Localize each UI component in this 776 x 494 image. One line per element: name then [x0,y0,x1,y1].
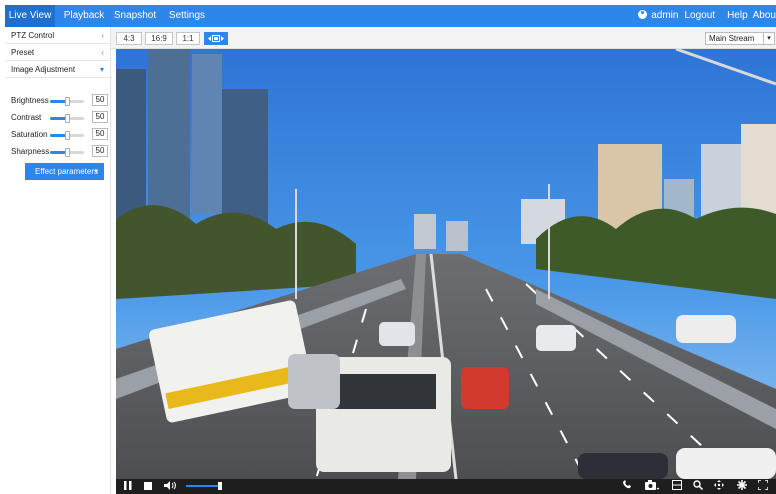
saturation-row: Saturation 50 [5,126,110,143]
live-video-view[interactable] [116,49,776,479]
help-link[interactable]: Help [727,10,748,21]
ratio-4-3-button[interactable]: 4:3 [116,32,142,45]
stop-icon[interactable] [142,479,154,494]
pause-icon[interactable] [122,479,134,494]
chevron-down-icon: ▾ [94,168,98,175]
fit-window-button[interactable] [204,32,228,45]
image-adjustment-label: Image Adjustment [11,65,76,74]
contrast-row: Contrast 50 [5,109,110,126]
record-icon[interactable] [670,479,684,494]
brightness-value[interactable]: 50 [92,94,108,106]
volume-icon[interactable] [162,479,180,494]
about-link[interactable]: Abou [753,10,776,21]
video-frame [116,49,776,479]
preset-header[interactable]: Preset ‹ [5,44,110,61]
stream-select-value: Main Stream [709,34,755,43]
slider-thumb[interactable] [65,131,70,140]
tab-live-view[interactable]: Live View [5,5,55,27]
video-control-bar [116,479,776,494]
brightness-label: Brightness [11,96,49,105]
nav-right-links: admin Logout Help Abou [632,5,776,27]
video-toolbar: 4:3 16:9 1:1 Main Stream ▾ [111,27,776,49]
chevron-down-icon: ▾ [99,65,104,74]
ptz-icon[interactable] [712,479,728,494]
contrast-slider[interactable] [50,114,84,123]
zoom-icon[interactable] [691,479,705,494]
sharpness-row: Sharpness 50 [5,143,110,160]
ratio-16-9-button[interactable]: 16:9 [145,32,173,45]
stream-select[interactable]: Main Stream ▾ [705,32,775,45]
brightness-row: Brightness 50 [5,92,110,109]
volume-slider-thumb[interactable] [218,482,222,490]
saturation-slider[interactable] [50,131,84,140]
ptz-control-header[interactable]: PTZ Control ‹ [5,27,110,44]
preset-label: Preset [11,48,35,57]
effect-parameters-button[interactable]: Effect parameters ▾ [25,163,104,180]
chevron-left-icon: ‹ [101,31,104,40]
fullscreen-icon[interactable] [756,479,770,494]
username: admin [651,10,679,21]
contrast-label: Contrast [11,113,42,122]
volume-slider[interactable] [186,485,220,487]
tab-snapshot[interactable]: Snapshot [113,5,157,27]
effect-parameters-label: Effect parameters [35,167,98,176]
ratio-1-1-button[interactable]: 1:1 [176,32,200,45]
saturation-label: Saturation [11,130,48,139]
slider-thumb[interactable] [65,97,70,106]
logout-link[interactable]: Logout [684,10,715,21]
sidebar: PTZ Control ‹ Preset ‹ Image Adjustment … [5,27,111,494]
sharpness-slider[interactable] [50,148,84,157]
sharpness-value[interactable]: 50 [92,145,108,157]
image-adjustment-header[interactable]: Image Adjustment ▾ [5,61,110,78]
fit-window-icon [208,35,224,42]
chevron-down-icon: ▾ [763,33,774,44]
top-nav-bar: Live View Playback Snapshot Settings adm… [5,5,776,27]
slider-thumb[interactable] [65,148,70,157]
ptz-control-label: PTZ Control [11,31,55,40]
camera-icon[interactable] [642,479,662,494]
phone-icon[interactable] [620,479,634,494]
saturation-value[interactable]: 50 [92,128,108,140]
user-icon [638,10,648,19]
brightness-slider[interactable] [50,97,84,106]
gear-icon[interactable] [735,479,749,494]
contrast-value[interactable]: 50 [92,111,108,123]
slider-thumb[interactable] [65,114,70,123]
tab-playback[interactable]: Playback [60,5,108,27]
tab-settings[interactable]: Settings [167,5,207,27]
chevron-left-icon: ‹ [101,48,104,57]
sharpness-label: Sharpness [11,147,50,156]
